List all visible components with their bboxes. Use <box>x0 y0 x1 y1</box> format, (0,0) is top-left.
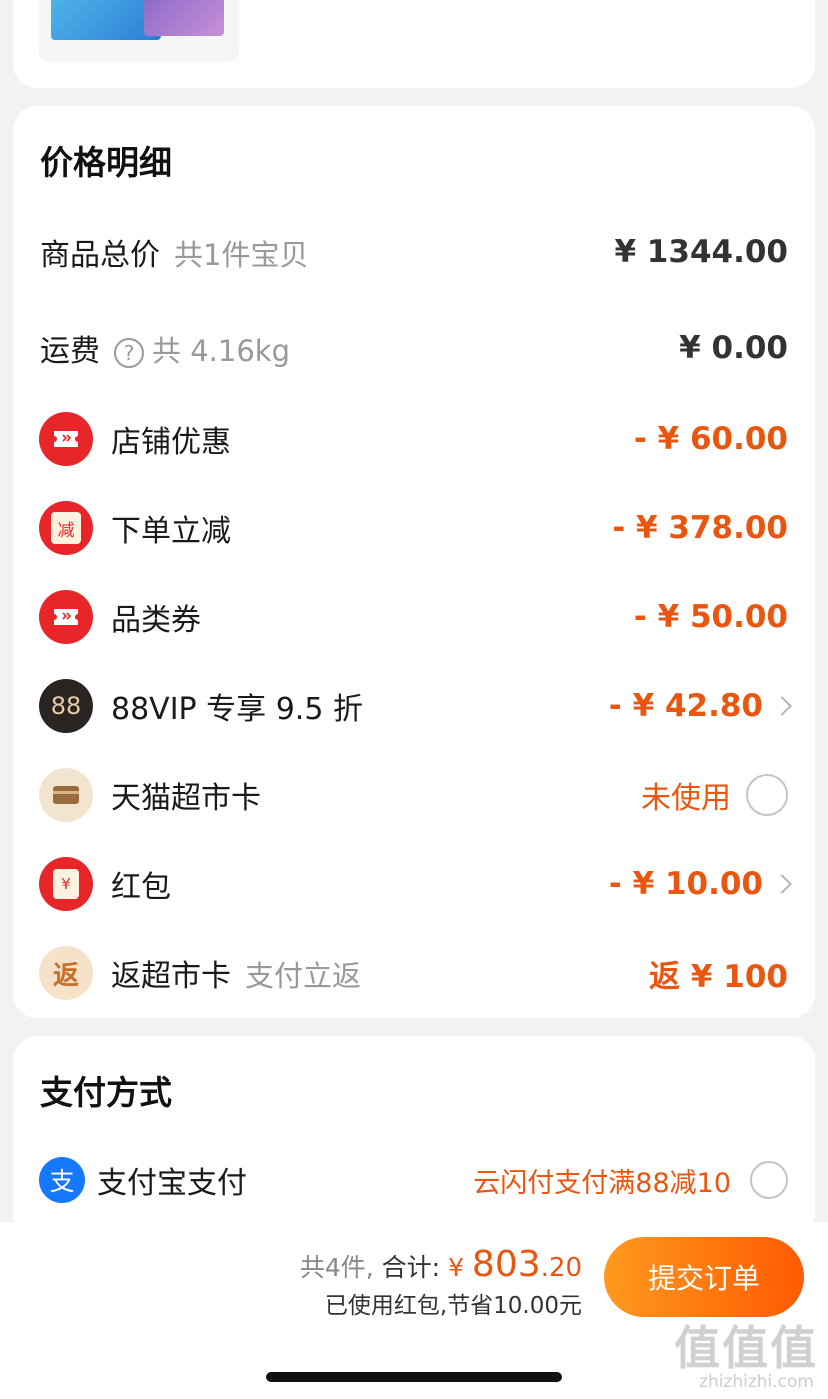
price-detail-card: 价格明细 商品总价 共1件宝贝 ¥ 1344.00 运费? 共 4.16kg ¥ 0… <box>13 106 815 1018</box>
total-amount-int: 803 <box>471 1244 541 1285</box>
order-discount-value: - ¥ 378.00 <box>612 510 788 546</box>
cashback-note: 支付立返 <box>245 959 362 993</box>
order-discount-label: 下单立减 <box>111 514 231 549</box>
cashback-value: 返 ¥ 100 <box>649 958 788 995</box>
shipping-label: 运费? 共 4.16kg <box>40 334 290 369</box>
cashback-icon: 返 <box>39 946 93 1000</box>
tmall-card-status: 未使用 <box>641 781 731 816</box>
alipay-label: 支付宝支付 <box>97 1166 247 1201</box>
category-coupon-row: 品类券 - ¥ 50.00 <box>13 587 815 647</box>
alipay-radio[interactable] <box>750 1161 788 1199</box>
watermark-url: zhizhizhi.com <box>699 1372 814 1392</box>
red-packet-icon: ¥ <box>39 857 93 911</box>
category-coupon-value: - ¥ 50.00 <box>633 599 788 635</box>
red-packet-row[interactable]: ¥ 红包 - ¥ 10.00 <box>13 854 815 914</box>
order-discount-row: 减 下单立减 - ¥ 378.00 <box>13 498 815 558</box>
product-thumbnail[interactable] <box>39 0 239 62</box>
tmall-card-label: 天猫超市卡 <box>111 781 261 816</box>
saving-note: 已使用红包,节省10.00元 <box>324 1293 582 1319</box>
checkout-bar: 共4件, 合计: ¥ 803.20 已使用红包,节省10.00元 提交订单 值值… <box>0 1222 828 1399</box>
subtotal-value: ¥ 1344.00 <box>614 234 788 270</box>
price-section-title: 价格明细 <box>40 143 172 182</box>
question-icon[interactable]: ? <box>114 337 144 368</box>
red-packet-label: 红包 <box>111 870 171 905</box>
subtotal-label: 商品总价 共1件宝贝 <box>40 238 309 273</box>
alipay-icon: 支 <box>39 1157 85 1203</box>
cashback-label: 返超市卡 支付立返 <box>111 959 362 994</box>
item-count: 共4件, <box>299 1253 374 1282</box>
alipay-row[interactable]: 支 支付宝支付 云闪付支付满88减10 <box>13 1150 815 1210</box>
store-discount-row: 店铺优惠 - ¥ 60.00 <box>13 409 815 469</box>
shipping-weight: 共 4.16kg <box>152 334 290 368</box>
shipping-row: 运费? 共 4.16kg ¥ 0.00 <box>13 318 815 378</box>
store-discount-label: 店铺优惠 <box>111 425 231 460</box>
vip-discount-row[interactable]: 88 88VIP 专享 9.5 折 - ¥ 42.80 <box>13 676 815 736</box>
ticket-icon <box>39 590 93 644</box>
tmall-card-row[interactable]: 天猫超市卡 未使用 <box>13 765 815 825</box>
currency-symbol: ¥ <box>448 1253 464 1282</box>
total-amount-dec: .20 <box>540 1253 582 1283</box>
vip-88-icon: 88 <box>39 679 93 733</box>
total-label: 合计: <box>381 1253 441 1282</box>
watermark-logo: 值值值 <box>674 1321 818 1375</box>
subtotal-count: 共1件宝贝 <box>174 238 309 272</box>
ticket-icon <box>39 412 93 466</box>
subtotal-row: 商品总价 共1件宝贝 ¥ 1344.00 <box>13 222 815 282</box>
product-image-pack-purple <box>144 0 224 36</box>
home-indicator[interactable] <box>266 1372 562 1382</box>
red-packet-value: - ¥ 10.00 <box>608 866 763 902</box>
vip-discount-value: - ¥ 42.80 <box>608 688 763 724</box>
product-card <box>13 0 815 88</box>
store-discount-value: - ¥ 60.00 <box>633 421 788 457</box>
payment-section-title: 支付方式 <box>40 1073 172 1112</box>
alipay-promo: 云闪付支付满88减10 <box>473 1167 731 1199</box>
category-coupon-label: 品类券 <box>111 603 201 638</box>
chevron-right-icon <box>772 696 792 716</box>
submit-order-button[interactable]: 提交订单 <box>604 1237 804 1317</box>
payment-method-card: 支付方式 支 支付宝支付 云闪付支付满88减10 <box>13 1036 815 1236</box>
card-icon <box>39 768 93 822</box>
discount-badge-icon: 减 <box>39 501 93 555</box>
vip-discount-label: 88VIP 专享 9.5 折 <box>111 692 363 727</box>
order-total: 共4件, 合计: ¥ 803.20 <box>300 1244 582 1285</box>
cashback-row: 返 返超市卡 支付立返 返 ¥ 100 <box>13 943 815 1003</box>
chevron-right-icon <box>772 874 792 894</box>
tmall-card-radio[interactable] <box>746 774 788 816</box>
shipping-value: ¥ 0.00 <box>679 330 788 366</box>
